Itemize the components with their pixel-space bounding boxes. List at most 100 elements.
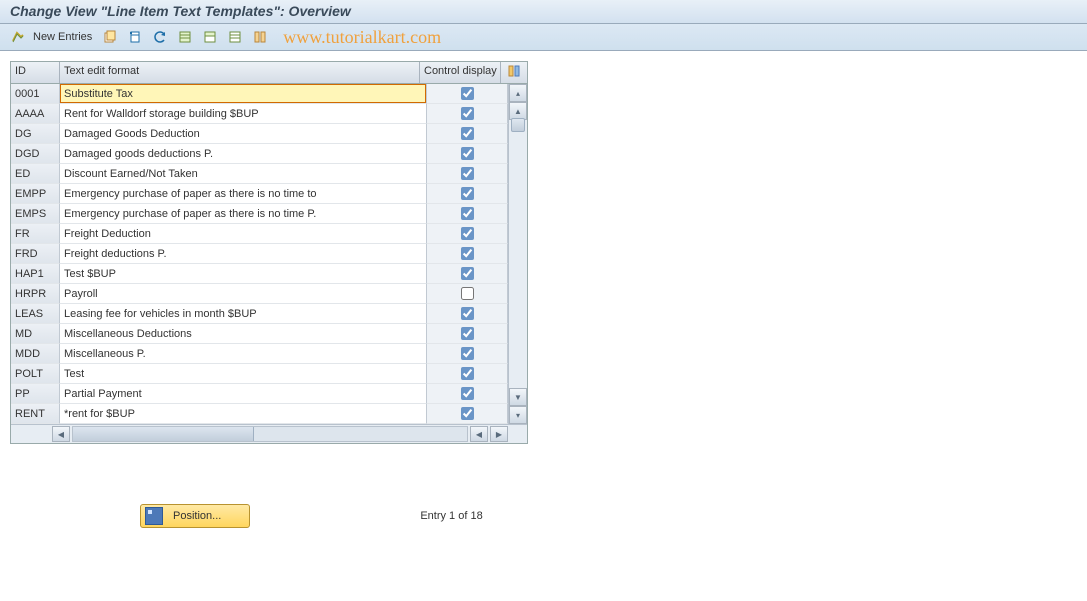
cell-id[interactable]: FR [11, 224, 60, 244]
cell-id[interactable]: DG [11, 124, 60, 144]
cell-control [427, 184, 508, 204]
cell-id[interactable]: EMPS [11, 204, 60, 224]
control-checkbox[interactable] [461, 307, 474, 320]
control-checkbox[interactable] [461, 407, 474, 420]
vertical-scrollbar[interactable]: ▴ ▲ ▼ ▾ [508, 84, 527, 424]
table-row[interactable]: LEASLeasing fee for vehicles in month $B… [11, 304, 508, 324]
table-configure-icon[interactable] [501, 62, 527, 83]
control-checkbox[interactable] [461, 367, 474, 380]
column-control-display[interactable]: Control display [420, 62, 501, 83]
copy-as-icon[interactable] [98, 26, 122, 48]
cell-id[interactable]: FRD [11, 244, 60, 264]
other-view-icon[interactable] [6, 26, 30, 48]
scrollbar-thumb[interactable] [511, 118, 525, 132]
cell-text[interactable]: Test $BUP [60, 264, 427, 284]
deselect-all-icon[interactable] [223, 26, 247, 48]
control-checkbox[interactable] [461, 127, 474, 140]
table-row[interactable]: EMPPEmergency purchase of paper as there… [11, 184, 508, 204]
table-row[interactable]: MDMiscellaneous Deductions [11, 324, 508, 344]
table-frame: ID Text edit format Control display 0001… [10, 61, 528, 444]
control-checkbox[interactable] [461, 327, 474, 340]
cell-text[interactable]: Discount Earned/Not Taken [60, 164, 427, 184]
cell-id[interactable]: MDD [11, 344, 60, 364]
table-row[interactable]: DGDDamaged goods deductions P. [11, 144, 508, 164]
cell-id[interactable]: POLT [11, 364, 60, 384]
cell-id[interactable]: HAP1 [11, 264, 60, 284]
cell-text[interactable]: Freight deductions P. [60, 244, 427, 264]
cell-id[interactable]: 0001 [11, 84, 60, 104]
table-row[interactable]: EMPSEmergency purchase of paper as there… [11, 204, 508, 224]
control-checkbox[interactable] [461, 267, 474, 280]
cell-text[interactable]: Emergency purchase of paper as there is … [60, 204, 427, 224]
cell-id[interactable]: DGD [11, 144, 60, 164]
scroll-down-icon[interactable]: ▼ [509, 388, 527, 406]
cell-text[interactable]: Payroll [60, 284, 427, 304]
position-button[interactable]: Position... [140, 504, 250, 528]
table-row[interactable]: PPPartial Payment [11, 384, 508, 404]
control-checkbox[interactable] [461, 387, 474, 400]
cell-control [427, 344, 508, 364]
hscroll-thumb[interactable] [73, 427, 254, 441]
column-id[interactable]: ID [11, 62, 60, 83]
control-checkbox[interactable] [461, 287, 474, 300]
table-row[interactable]: AAAARent for Walldorf storage building $… [11, 104, 508, 124]
horizontal-scrollbar[interactable]: ◀ ◀ ▶ [11, 424, 527, 443]
cell-id[interactable]: LEAS [11, 304, 60, 324]
cell-control [427, 304, 508, 324]
control-checkbox[interactable] [461, 247, 474, 260]
cell-id[interactable]: EMPP [11, 184, 60, 204]
table-row[interactable]: HRPRPayroll [11, 284, 508, 304]
configure-icon[interactable] [248, 26, 272, 48]
control-checkbox[interactable] [461, 187, 474, 200]
cell-text[interactable]: Freight Deduction [60, 224, 427, 244]
cell-text[interactable]: Substitute Tax [60, 84, 427, 104]
table-row[interactable]: POLTTest [11, 364, 508, 384]
select-all-icon[interactable] [173, 26, 197, 48]
scroll-bottom-icon[interactable]: ▾ [509, 406, 527, 424]
cell-text[interactable]: Partial Payment [60, 384, 427, 404]
control-checkbox[interactable] [461, 167, 474, 180]
hscroll-track[interactable] [72, 426, 468, 442]
cell-id[interactable]: ED [11, 164, 60, 184]
control-checkbox[interactable] [461, 107, 474, 120]
hscroll-left-icon[interactable]: ◀ [52, 426, 70, 442]
table-row[interactable]: 0001Substitute Tax [11, 84, 508, 104]
cell-id[interactable]: RENT [11, 404, 60, 424]
cell-control [427, 384, 508, 404]
column-text-format[interactable]: Text edit format [60, 62, 420, 83]
table-row[interactable]: DGDamaged Goods Deduction [11, 124, 508, 144]
control-checkbox[interactable] [461, 347, 474, 360]
cell-text[interactable]: Miscellaneous P. [60, 344, 427, 364]
title-bar: Change View "Line Item Text Templates": … [0, 0, 1087, 24]
table-row[interactable]: FRDFreight deductions P. [11, 244, 508, 264]
cell-text[interactable]: *rent for $BUP [60, 404, 427, 424]
undo-icon[interactable] [148, 26, 172, 48]
cell-text[interactable]: Damaged Goods Deduction [60, 124, 427, 144]
table-row[interactable]: MDDMiscellaneous P. [11, 344, 508, 364]
cell-control [427, 324, 508, 344]
cell-text[interactable]: Emergency purchase of paper as there is … [60, 184, 427, 204]
cell-text[interactable]: Miscellaneous Deductions [60, 324, 427, 344]
cell-text[interactable]: Rent for Walldorf storage building $BUP [60, 104, 427, 124]
hscroll-left2-icon[interactable]: ◀ [470, 426, 488, 442]
control-checkbox[interactable] [461, 227, 474, 240]
new-entries-button[interactable]: New Entries [31, 26, 98, 48]
table-row[interactable]: EDDiscount Earned/Not Taken [11, 164, 508, 184]
table-row[interactable]: HAP1Test $BUP [11, 264, 508, 284]
cell-id[interactable]: HRPR [11, 284, 60, 304]
cell-text[interactable]: Test [60, 364, 427, 384]
control-checkbox[interactable] [461, 207, 474, 220]
cell-id[interactable]: PP [11, 384, 60, 404]
delete-icon[interactable] [123, 26, 147, 48]
control-checkbox[interactable] [461, 147, 474, 160]
control-checkbox[interactable] [461, 87, 474, 100]
scroll-top-icon[interactable]: ▴ [509, 84, 527, 102]
cell-id[interactable]: MD [11, 324, 60, 344]
table-row[interactable]: RENT*rent for $BUP [11, 404, 508, 424]
cell-id[interactable]: AAAA [11, 104, 60, 124]
select-block-icon[interactable] [198, 26, 222, 48]
cell-text[interactable]: Damaged goods deductions P. [60, 144, 427, 164]
hscroll-right-icon[interactable]: ▶ [490, 426, 508, 442]
cell-text[interactable]: Leasing fee for vehicles in month $BUP [60, 304, 427, 324]
table-row[interactable]: FRFreight Deduction [11, 224, 508, 244]
